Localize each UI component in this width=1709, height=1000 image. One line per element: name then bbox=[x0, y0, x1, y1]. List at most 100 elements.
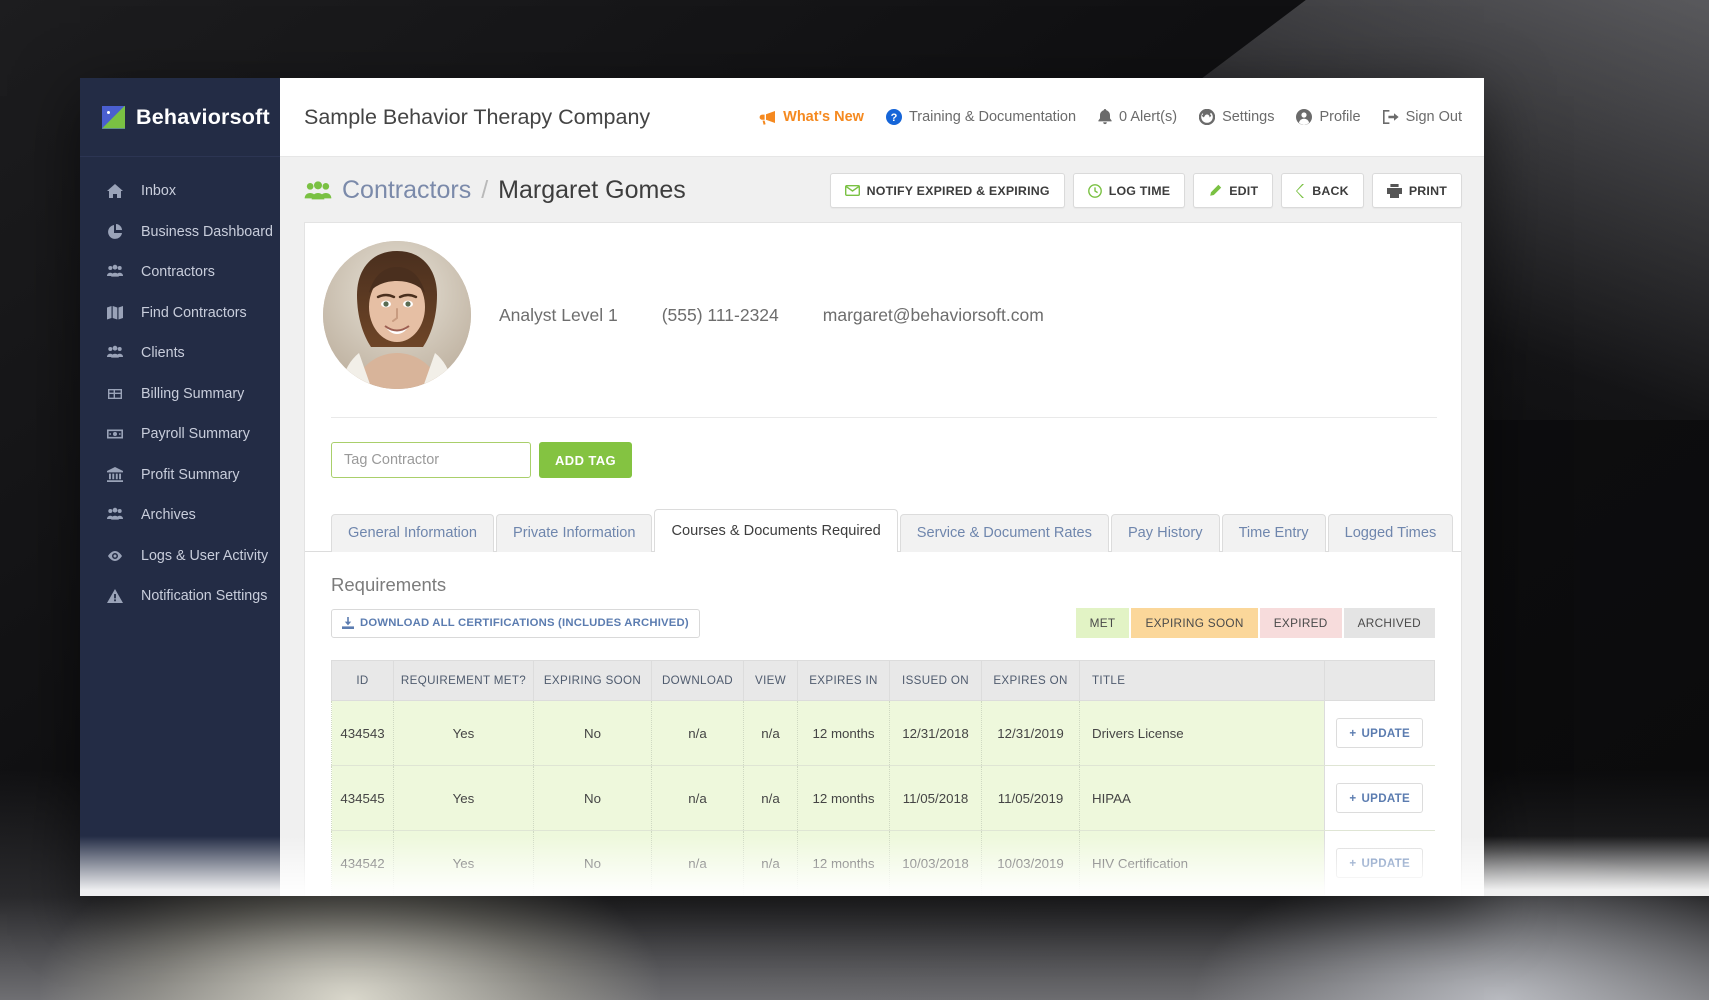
cell-view: n/a bbox=[743, 700, 798, 766]
back-button[interactable]: BACK bbox=[1281, 173, 1364, 208]
table-row[interactable]: 434543 Yes No n/a n/a 12 months 12/31/20… bbox=[331, 700, 1435, 766]
tab-general-information[interactable]: General Information bbox=[331, 514, 494, 552]
warning-icon bbox=[106, 588, 123, 605]
topnav-profile[interactable]: Profile bbox=[1296, 109, 1361, 125]
col-expiring-soon[interactable]: EXPIRING SOON bbox=[533, 660, 652, 701]
breadcrumb-parent[interactable]: Contractors bbox=[342, 176, 471, 205]
log-time-button[interactable]: LOG TIME bbox=[1072, 173, 1186, 208]
requirements-toolbar: DOWNLOAD ALL CERTIFICATIONS (INCLUDES AR… bbox=[331, 608, 1435, 638]
download-all-certifications-button[interactable]: DOWNLOAD ALL CERTIFICATIONS (INCLUDES AR… bbox=[331, 608, 700, 638]
update-button[interactable]: + UPDATE bbox=[1336, 718, 1424, 748]
cell-title: HIV Certification bbox=[1079, 830, 1325, 896]
profile-role: Analyst Level 1 bbox=[499, 304, 618, 325]
profile-email: margaret@behaviorsoft.com bbox=[822, 304, 1044, 325]
legend-chip-expiring-soon[interactable]: EXPIRING SOON bbox=[1131, 608, 1258, 638]
update-button[interactable]: + UPDATE bbox=[1336, 783, 1424, 813]
col-id[interactable]: ID bbox=[331, 660, 394, 701]
topnav-training-documentation[interactable]: ? Training & Documentation bbox=[885, 109, 1076, 125]
sidebar-item-billing-summary[interactable]: Billing Summary bbox=[80, 374, 280, 415]
tab-private-information[interactable]: Private Information bbox=[495, 514, 653, 552]
sidebar-item-archives[interactable]: Archives bbox=[80, 495, 280, 536]
tag-contractor-input[interactable] bbox=[331, 442, 531, 478]
cell-actions: + UPDATE bbox=[1324, 765, 1435, 831]
col-download[interactable]: DOWNLOAD bbox=[651, 660, 744, 701]
notify-expired-expiring-button[interactable]: NOTIFY EXPIRED & EXPIRING bbox=[829, 173, 1065, 208]
tab-courses-documents-required[interactable]: Courses & Documents Required bbox=[654, 509, 898, 552]
cell-issued-on: 12/31/2018 bbox=[889, 700, 982, 766]
printer-icon bbox=[1386, 183, 1402, 198]
cell-expiring-soon: No bbox=[533, 830, 652, 896]
pie-chart-icon bbox=[106, 223, 123, 240]
brand-name: Behaviorsoft bbox=[136, 104, 270, 129]
cell-view: n/a bbox=[743, 895, 798, 896]
action-label: PRINT bbox=[1408, 183, 1447, 198]
cell-issued-on: 11/05/2018 bbox=[889, 765, 982, 831]
requirements-table: ID REQUIREMENT MET? EXPIRING SOON DOWNLO… bbox=[331, 660, 1435, 896]
sidebar-item-find-contractors[interactable]: Find Contractors bbox=[80, 293, 280, 334]
col-view[interactable]: VIEW bbox=[743, 660, 798, 701]
add-tag-button[interactable]: ADD TAG bbox=[539, 442, 633, 478]
col-expires-on[interactable]: EXPIRES ON bbox=[981, 660, 1080, 701]
edit-button[interactable]: EDIT bbox=[1193, 173, 1274, 208]
users-icon bbox=[304, 180, 332, 201]
cell-id: 434545 bbox=[331, 765, 394, 831]
cell-title: HIPAA bbox=[1079, 765, 1325, 831]
sidebar-item-label: Profit Summary bbox=[141, 466, 240, 483]
contractor-detail-card: Analyst Level 1 (555) 111-2324 margaret@… bbox=[304, 222, 1462, 896]
tab-logged-times[interactable]: Logged Times bbox=[1327, 514, 1454, 552]
question-circle-icon: ? bbox=[885, 109, 902, 125]
tab-service-document-rates[interactable]: Service & Document Rates bbox=[899, 514, 1109, 552]
sidebar-item-profit-summary[interactable]: Profit Summary bbox=[80, 455, 280, 496]
breadcrumb-current: Margaret Gomes bbox=[498, 176, 686, 204]
cell-title: Intro to Developmental Dissabilities bbox=[1079, 895, 1325, 896]
col-requirement-met[interactable]: REQUIREMENT MET? bbox=[393, 660, 534, 701]
behaviorsoft-logo-icon bbox=[102, 105, 125, 129]
sidebar-item-clients[interactable]: Clients bbox=[80, 333, 280, 374]
col-title[interactable]: TITLE bbox=[1079, 660, 1325, 701]
topnav-label: Sign Out bbox=[1405, 109, 1462, 125]
top-nav: What's New ? Training & Documentation 0 … bbox=[759, 109, 1462, 125]
sidebar-item-notification-settings[interactable]: Notification Settings bbox=[80, 576, 280, 617]
sidebar-item-inbox[interactable]: Inbox bbox=[80, 171, 280, 212]
col-issued-on[interactable]: ISSUED ON bbox=[889, 660, 982, 701]
topnav-sign-out[interactable]: Sign Out bbox=[1382, 109, 1462, 125]
update-button[interactable]: + UPDATE bbox=[1336, 848, 1424, 878]
print-button[interactable]: PRINT bbox=[1371, 173, 1462, 208]
table-header-row: ID REQUIREMENT MET? EXPIRING SOON DOWNLO… bbox=[331, 660, 1435, 701]
table-icon bbox=[106, 385, 123, 402]
table-row[interactable]: 434542 Yes No n/a n/a 12 months 10/03/20… bbox=[331, 830, 1435, 896]
table-row[interactable]: 434546 Yes No n/a n/a 24 months 08/28/20… bbox=[331, 895, 1435, 896]
tab-time-entry[interactable]: Time Entry bbox=[1221, 514, 1326, 552]
topnav-alerts[interactable]: 0 Alert(s) bbox=[1098, 109, 1177, 125]
cell-view: n/a bbox=[743, 830, 798, 896]
cell-expiring-soon: No bbox=[533, 700, 652, 766]
plus-icon: + bbox=[1349, 791, 1357, 805]
profile-meta: Analyst Level 1 (555) 111-2324 margaret@… bbox=[499, 305, 1044, 326]
sidebar-item-logs-user-activity[interactable]: Logs & User Activity bbox=[80, 536, 280, 577]
status-legend: MET EXPIRING SOON EXPIRED ARCHIVED bbox=[1075, 608, 1435, 638]
sidebar-item-contractors[interactable]: Contractors bbox=[80, 252, 280, 293]
legend-chip-archived[interactable]: ARCHIVED bbox=[1343, 608, 1435, 638]
topnav-settings[interactable]: Settings bbox=[1199, 109, 1274, 125]
sidebar-item-business-dashboard[interactable]: Business Dashboard bbox=[80, 212, 280, 253]
sidebar-item-label: Inbox bbox=[141, 183, 176, 200]
brand-logo[interactable]: Behaviorsoft bbox=[80, 78, 280, 157]
sidebar-item-label: Billing Summary bbox=[141, 385, 245, 402]
bell-icon bbox=[1098, 109, 1112, 125]
tab-pay-history[interactable]: Pay History bbox=[1110, 514, 1220, 552]
legend-chip-expired[interactable]: EXPIRED bbox=[1259, 608, 1342, 638]
cell-actions: + UPDATE bbox=[1324, 830, 1435, 896]
table-row[interactable]: 434545 Yes No n/a n/a 12 months 11/05/20… bbox=[331, 765, 1435, 831]
cell-requirement-met: Yes bbox=[393, 895, 534, 896]
table-body: 434543 Yes No n/a n/a 12 months 12/31/20… bbox=[331, 700, 1435, 896]
topnav-whats-new[interactable]: What's New bbox=[759, 109, 864, 125]
legend-chip-met[interactable]: MET bbox=[1075, 608, 1130, 638]
requirements-title: Requirements bbox=[331, 574, 447, 595]
sign-out-icon bbox=[1382, 110, 1399, 124]
sidebar-item-label: Notification Settings bbox=[141, 588, 268, 605]
main-area: Sample Behavior Therapy Company What's N… bbox=[280, 78, 1484, 896]
cell-expiring-soon: No bbox=[533, 895, 652, 896]
sidebar-item-label: Logs & User Activity bbox=[141, 547, 269, 564]
col-expires-in[interactable]: EXPIRES IN bbox=[797, 660, 890, 701]
sidebar-item-payroll-summary[interactable]: Payroll Summary bbox=[80, 414, 280, 455]
